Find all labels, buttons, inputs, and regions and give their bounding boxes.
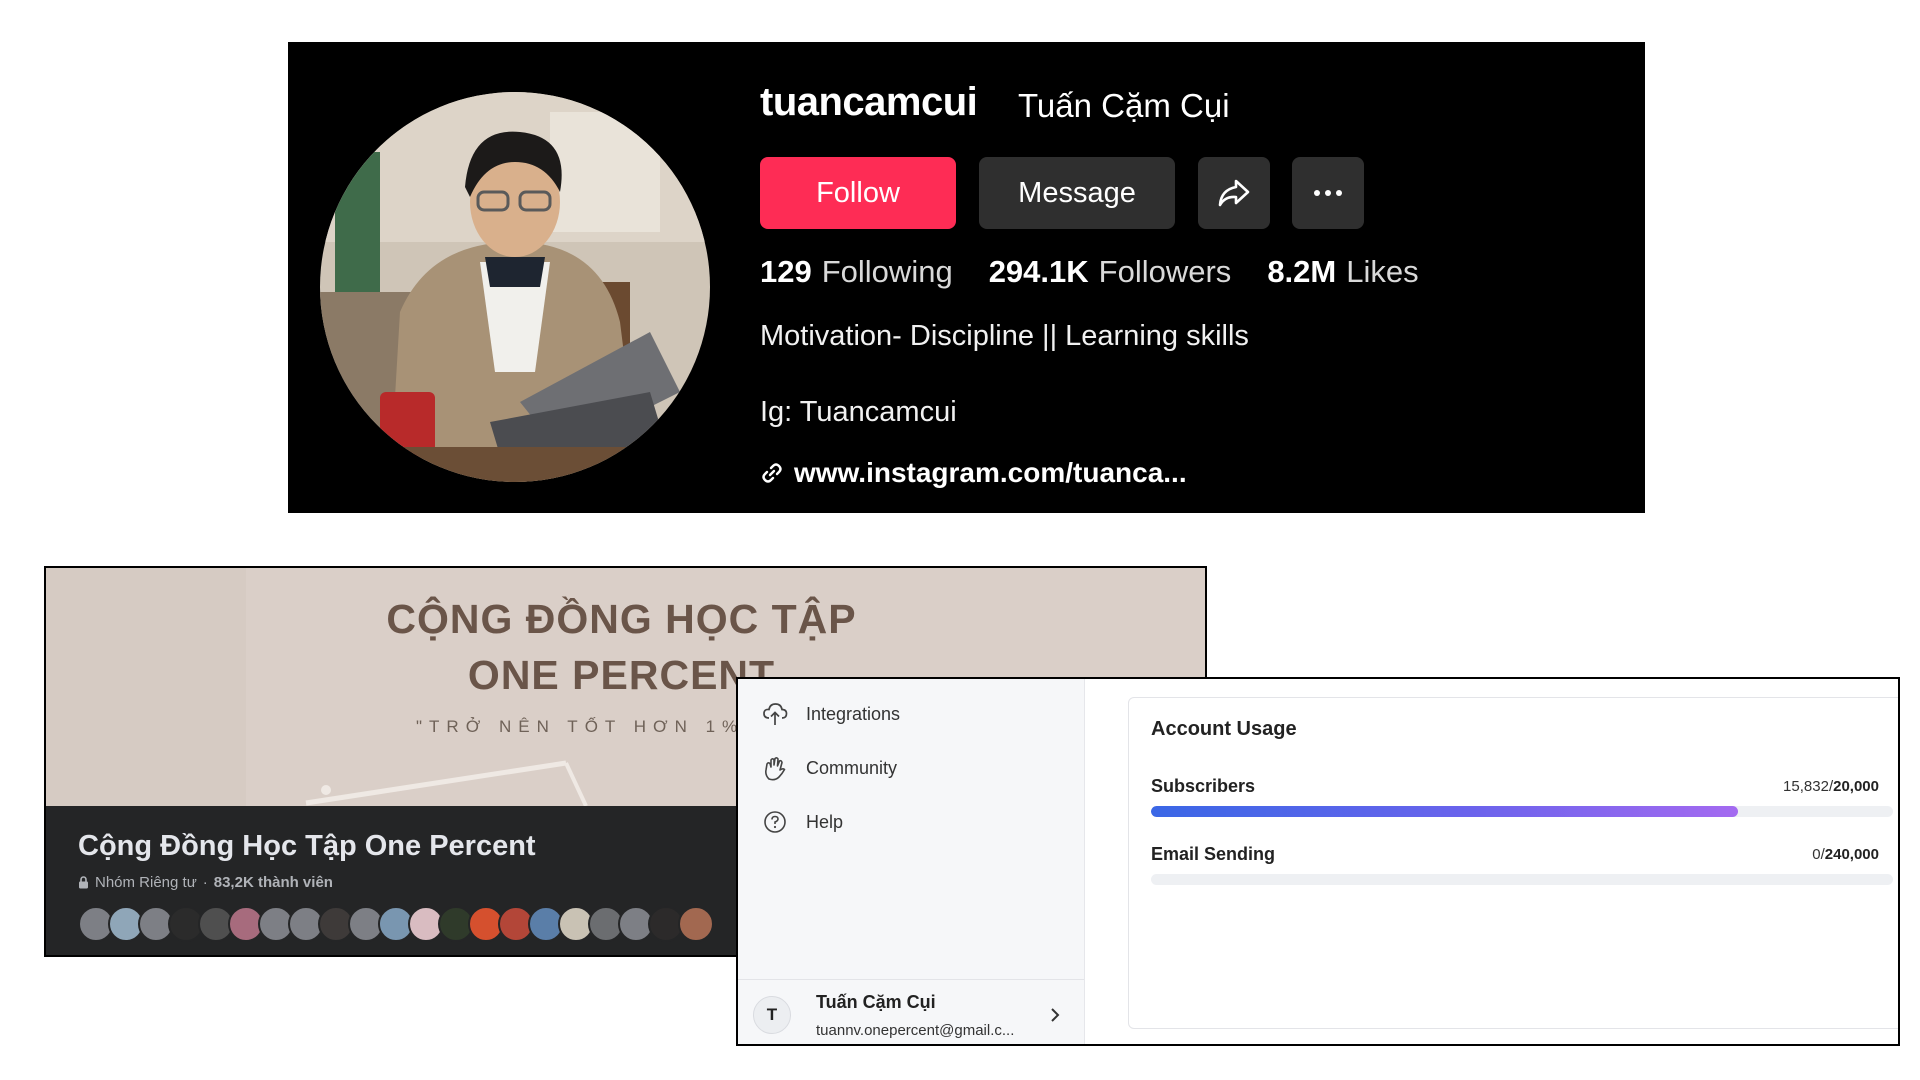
group-name[interactable]: Cộng Đồng Học Tập One Percent	[78, 830, 536, 863]
tiktok-profile-panel: tuancamcui Tuấn Cặm Cụi Follow Message 1…	[288, 42, 1645, 513]
cloud-upload-icon	[763, 703, 788, 725]
sidebar-item-label: Integrations	[806, 703, 901, 724]
profile-link-text[interactable]: www.instagram.com/tuanca...	[794, 457, 1187, 489]
lock-icon	[79, 876, 88, 889]
email-sending-used: 0	[1812, 846, 1821, 863]
user-name: Tuấn Cặm Cụi	[816, 992, 936, 1012]
sidebar-item-label: Community	[806, 757, 898, 778]
usage-title: Account Usage	[1151, 718, 1297, 740]
likes-count: 8.2M	[1267, 254, 1337, 289]
link-icon	[762, 463, 782, 483]
waving-hand-icon	[765, 757, 786, 781]
account-usage-card: Account Usage Subscribers 15,832/20,000 …	[1128, 697, 1898, 1029]
subscribers-progress-track	[1151, 806, 1893, 817]
user-account-row[interactable]: T Tuấn Cặm Cụi tuannv.onepercent@gmail.c…	[738, 979, 1084, 1044]
chevron-right-icon[interactable]	[1048, 1006, 1062, 1024]
profile-stats: 129 Following 294.1K Followers 8.2M Likes	[760, 254, 1455, 290]
sidebar-item-integrations[interactable]: Integrations	[762, 699, 900, 729]
following-label: Following	[821, 254, 953, 289]
profile-username: tuancamcui	[760, 80, 978, 124]
profile-avatar[interactable]	[320, 92, 710, 482]
email-sending-progress-track	[1151, 874, 1893, 885]
message-button[interactable]: Message	[979, 157, 1175, 229]
subscribers-label: Subscribers	[1151, 776, 1256, 796]
group-meta: Nhóm Riêng tư · 83,2K thành viên	[78, 874, 333, 891]
subscribers-used: 15,832	[1783, 778, 1829, 795]
member-avatar[interactable]	[678, 906, 714, 942]
sidebar-item-help[interactable]: Help	[762, 807, 843, 837]
dashboard-panel: Integrations Community Help T Tuấn Cặm C…	[736, 677, 1900, 1046]
help-circle-icon	[764, 811, 786, 833]
follow-button[interactable]: Follow	[760, 157, 956, 229]
avatar-photo	[320, 92, 710, 482]
sidebar: Integrations Community Help T Tuấn Cặm C…	[738, 679, 1085, 1044]
email-sending-value: 0/240,000	[1812, 846, 1879, 863]
member-avatar-list	[78, 906, 714, 942]
sidebar-item-label: Help	[806, 811, 844, 832]
followers-label: Followers	[1098, 254, 1232, 289]
share-button[interactable]	[1198, 157, 1270, 229]
subscribers-progress-fill	[1151, 806, 1739, 817]
meta-separator: ·	[202, 874, 208, 891]
sidebar-item-community[interactable]: Community	[762, 753, 897, 783]
profile-bio: Motivation- Discipline || Learning skill…	[760, 320, 1249, 352]
subscribers-value: 15,832/20,000	[1783, 778, 1879, 795]
email-sending-limit: 240,000	[1824, 846, 1879, 863]
email-sending-label: Email Sending	[1151, 844, 1276, 864]
share-icon	[1218, 179, 1250, 207]
profile-link[interactable]: www.instagram.com/tuanca...	[760, 457, 1187, 489]
likes-label: Likes	[1346, 254, 1419, 289]
profile-display-name: Tuấn Cặm Cụi	[1018, 87, 1230, 124]
profile-ig-handle: Ig: Tuancamcui	[760, 396, 957, 428]
user-email: tuannv.onepercent@gmail.c...	[816, 1022, 1015, 1039]
cover-title-line1: CỘNG ĐỒNG HỌC TẬP	[386, 596, 857, 642]
group-privacy: Nhóm Riêng tư	[95, 874, 197, 891]
more-icon	[1314, 190, 1342, 196]
followers-count[interactable]: 294.1K	[989, 254, 1089, 289]
subscribers-limit: 20,000	[1833, 778, 1879, 795]
user-avatar: T	[753, 996, 791, 1034]
group-member-count[interactable]: 83,2K thành viên	[214, 874, 333, 891]
following-count[interactable]: 129	[760, 254, 812, 289]
more-options-button[interactable]	[1292, 157, 1364, 229]
